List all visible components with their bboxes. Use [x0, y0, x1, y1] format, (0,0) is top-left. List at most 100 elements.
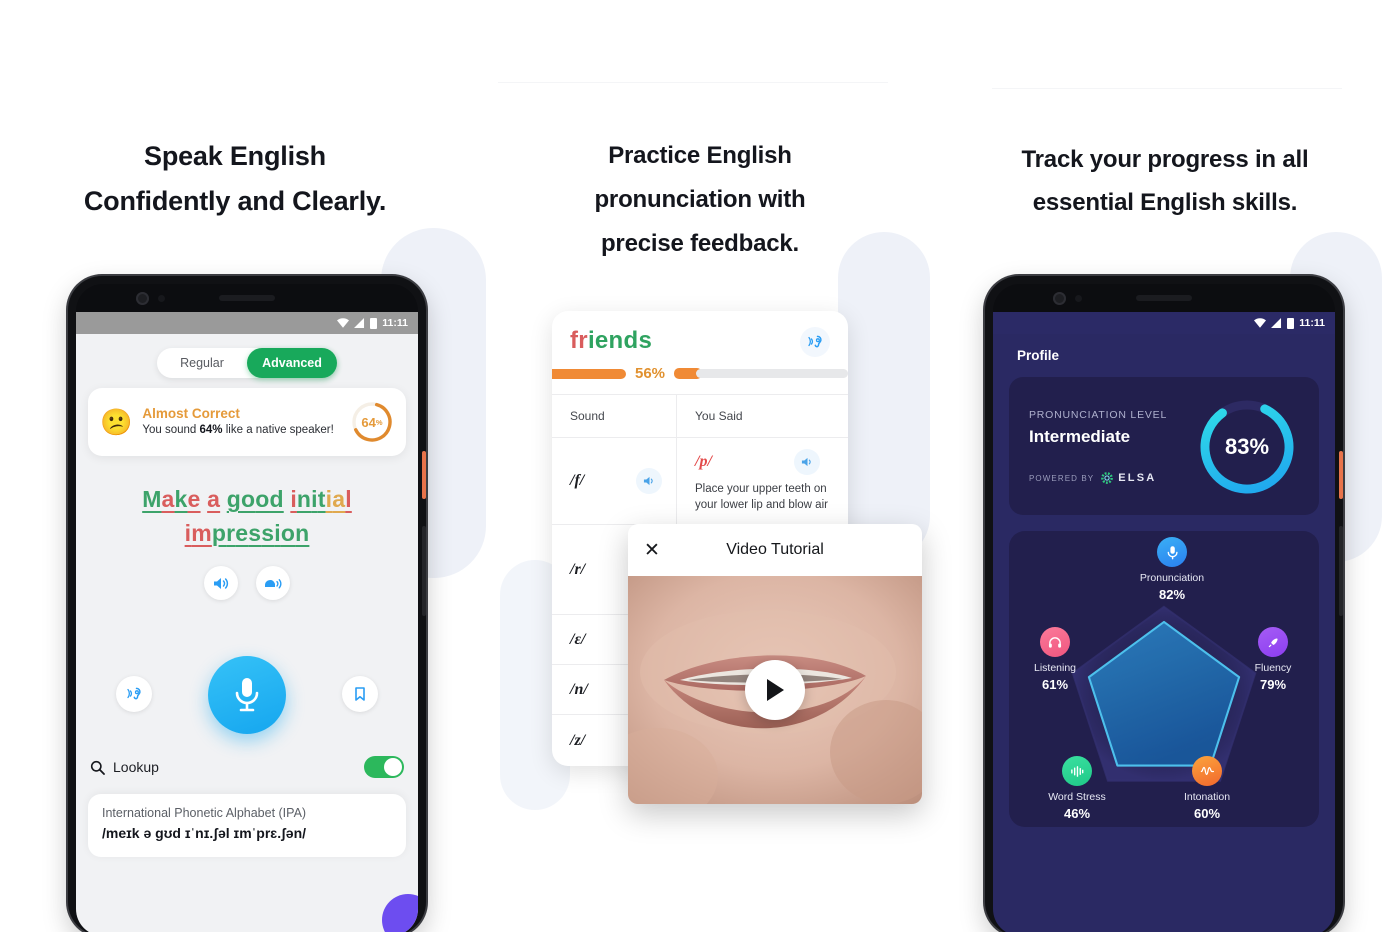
sentence-letter: a: [161, 486, 175, 512]
sentence-letter: a: [332, 486, 346, 512]
sentence-letter: t: [317, 486, 326, 512]
front-camera-icon: [136, 292, 149, 305]
headline-line-3: precise feedback.: [600, 230, 800, 257]
cell-sound: /f/: [552, 438, 677, 524]
column-header-you-said: You Said: [695, 409, 743, 423]
elsa-brand: ELSA: [1118, 472, 1157, 484]
phone3-notch: [993, 284, 1335, 312]
sentence-letter: M: [142, 486, 162, 512]
lookup-label: Lookup: [113, 759, 159, 775]
score-number: 64: [361, 414, 376, 430]
phone1-bezel: 11:11 Regular Advanced 😕 Almost Correct …: [76, 284, 418, 932]
skill-intonation[interactable]: Intonation 60%: [1159, 756, 1255, 821]
ear-listen-icon[interactable]: [800, 327, 830, 357]
practice-sentence[interactable]: Make a good initial impression: [90, 482, 404, 550]
sentence-letter: g: [226, 486, 241, 512]
speaker-icon[interactable]: [204, 566, 238, 600]
phone3-status-bar: 11:11: [993, 312, 1335, 334]
sentence-letter: k: [174, 486, 188, 512]
level-info: PRONUNCIATION LEVEL Intermediate POWERED…: [1029, 409, 1195, 485]
overall-score-donut: 83%: [1195, 395, 1299, 499]
wifi-icon: [1254, 318, 1267, 328]
status-time: 11:11: [1299, 317, 1325, 329]
sentence-letter: p: [211, 520, 227, 546]
ear-listen-icon[interactable]: [116, 676, 152, 712]
table-row[interactable]: /f/ /p/ Place your upper teeth on your l…: [552, 437, 848, 524]
sound-symbol: /z/: [570, 731, 586, 749]
elsa-logo-icon: [1101, 472, 1114, 484]
video-modal-title: Video Tutorial: [726, 541, 824, 558]
said-symbol: /p/: [695, 453, 712, 470]
phone3-volume-button[interactable]: [1339, 526, 1343, 616]
audio-action-row: [76, 566, 418, 600]
wifi-icon: [337, 318, 350, 328]
headphones-icon: [1040, 627, 1070, 657]
sound-symbol: /n/: [570, 680, 588, 698]
sentence-letter: m: [191, 520, 212, 546]
headline-line-2: pronunciation with: [594, 186, 806, 213]
decorative-purple-circle: [382, 894, 418, 932]
close-icon[interactable]: ✕: [644, 539, 666, 562]
skill-word-stress[interactable]: Word Stress 46%: [1029, 756, 1125, 821]
tab-advanced[interactable]: Advanced: [247, 348, 337, 378]
lookup-toggle[interactable]: [364, 756, 404, 778]
headline-line-1: Practice English: [608, 142, 792, 169]
skill-name: Listening: [1033, 662, 1077, 674]
phone1-screen: 11:11 Regular Advanced 😕 Almost Correct …: [76, 312, 418, 932]
table-header: Sound You Said: [552, 395, 848, 437]
play-button[interactable]: [745, 660, 805, 720]
page-title: Profile: [1017, 348, 1060, 363]
sound-symbol: /ɛ/: [570, 630, 586, 648]
skill-name: Word Stress: [1048, 791, 1106, 803]
phone1-status-bar: 11:11: [76, 312, 418, 334]
skill-name: Pronunciation: [1139, 572, 1205, 584]
skill-fluency[interactable]: Fluency 79%: [1225, 627, 1321, 692]
battery-icon: [370, 317, 378, 329]
phone3-screen: 11:11 Profile PRONUNCIATION LEVEL Interm…: [993, 312, 1335, 932]
sensor-icon: [1075, 295, 1082, 302]
skill-pronunciation[interactable]: Pronunciation 82%: [1124, 537, 1220, 602]
skill-name: Intonation: [1183, 791, 1231, 803]
microphone-record-button[interactable]: [208, 656, 286, 734]
feedback-detail-score: 64%: [199, 424, 223, 436]
search-icon: [90, 760, 105, 775]
phone3-side-button[interactable]: [1339, 451, 1343, 499]
phone1-side-button[interactable]: [422, 451, 426, 499]
sentence-letter: s: [261, 520, 275, 546]
sentence-letter: s: [248, 520, 262, 546]
progress-bar-track: [696, 369, 848, 378]
headline-line-2: essential English skills.: [1032, 189, 1298, 216]
score-ring-value: 64%: [350, 400, 394, 444]
panel1-headline: Speak English Confidently and Clearly.: [0, 134, 470, 224]
skill-listening[interactable]: Listening 61%: [1007, 627, 1103, 692]
toggle-knob: [384, 758, 402, 776]
skill-value: 79%: [1259, 677, 1287, 692]
slow-speaker-icon[interactable]: [256, 566, 290, 600]
sensor-icon: [158, 295, 165, 302]
phone3-bezel: 11:11 Profile PRONUNCIATION LEVEL Interm…: [993, 284, 1335, 932]
feedback-title: Almost Correct: [142, 406, 240, 421]
bookmark-icon[interactable]: [342, 676, 378, 712]
sound-symbol: /f/: [570, 472, 585, 489]
overall-score-value: 83%: [1224, 434, 1270, 459]
sentence-line-2: impression: [90, 516, 404, 550]
feedback-detail: You sound 64% like a native speaker!: [142, 423, 340, 438]
feedback-detail-post: like a native speaker!: [222, 424, 334, 436]
video-preview[interactable]: [628, 576, 922, 804]
sentence-letter: i: [290, 486, 297, 512]
powered-by-label: POWERED BY: [1029, 473, 1095, 483]
phone1-volume-button[interactable]: [422, 526, 426, 616]
speaker-icon[interactable]: [636, 468, 662, 494]
level-label: PRONUNCIATION LEVEL: [1029, 409, 1168, 421]
skill-value: 82%: [1158, 587, 1186, 602]
tab-regular[interactable]: Regular: [157, 348, 247, 378]
earpiece-speaker: [1136, 295, 1192, 301]
speaker-icon[interactable]: [794, 449, 820, 475]
score-unit: %: [375, 417, 383, 427]
lookup-row[interactable]: Lookup: [76, 752, 418, 782]
battery-icon: [1287, 317, 1295, 329]
front-camera-icon: [1053, 292, 1066, 305]
sentence-letter: d: [269, 486, 284, 512]
progress-row: 56%: [552, 363, 848, 382]
mode-segmented-control[interactable]: Regular Advanced: [157, 348, 337, 378]
